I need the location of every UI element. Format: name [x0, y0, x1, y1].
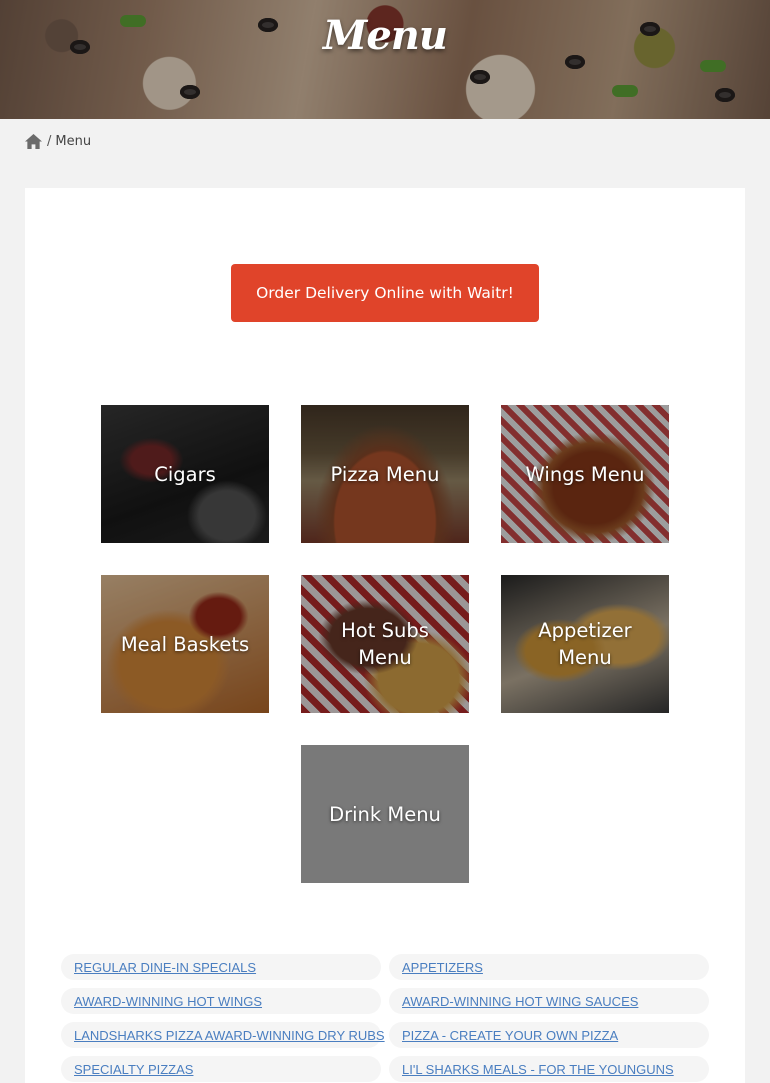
- tile-label: Cigars: [154, 462, 216, 486]
- tile-label: Drink Menu: [329, 802, 441, 826]
- tile-appetizer-menu[interactable]: Appetizer Menu: [501, 575, 669, 713]
- tile-meal-baskets[interactable]: Meal Baskets: [101, 575, 269, 713]
- list-item: AWARD-WINNING HOT WING SAUCES: [389, 988, 709, 1014]
- tile-label: Wings Menu: [525, 462, 645, 486]
- breadcrumb: / Menu: [24, 131, 91, 151]
- category-link[interactable]: APPETIZERS: [402, 960, 483, 975]
- hero-banner: Menu: [0, 0, 770, 119]
- menu-card: Order Delivery Online with Waitr! Cigars…: [25, 188, 745, 1083]
- breadcrumb-separator: /: [47, 133, 52, 149]
- list-item: AWARD-WINNING HOT WINGS: [61, 988, 381, 1014]
- tile-drink-menu[interactable]: Drink Menu: [301, 745, 469, 883]
- tile-hot-subs-menu[interactable]: Hot Subs Menu: [301, 575, 469, 713]
- category-link[interactable]: LANDSHARKS PIZZA AWARD-WINNING DRY RUBS: [74, 1028, 385, 1043]
- home-icon[interactable]: [24, 133, 43, 150]
- category-link[interactable]: REGULAR DINE-IN SPECIALS: [74, 960, 256, 975]
- tile-label: Meal Baskets: [120, 632, 250, 656]
- list-item: LANDSHARKS PIZZA AWARD-WINNING DRY RUBS: [61, 1022, 385, 1048]
- breadcrumb-current: Menu: [55, 133, 92, 149]
- page-title: Menu: [323, 12, 448, 59]
- category-link[interactable]: SPECIALTY PIZZAS: [74, 1062, 193, 1077]
- list-item: LI'L SHARKS MEALS - FOR THE YOUNGUNS: [389, 1056, 709, 1082]
- category-link[interactable]: AWARD-WINNING HOT WINGS: [74, 994, 262, 1009]
- list-item: PIZZA - CREATE YOUR OWN PIZZA: [389, 1022, 709, 1048]
- list-item: APPETIZERS: [389, 954, 709, 980]
- list-item: SPECIALTY PIZZAS: [61, 1056, 381, 1082]
- tile-label: Hot Subs Menu: [341, 619, 429, 669]
- tile-label: Pizza Menu: [330, 462, 440, 486]
- category-link[interactable]: LI'L SHARKS MEALS - FOR THE YOUNGUNS: [402, 1062, 674, 1077]
- tile-label: Appetizer Menu: [538, 619, 632, 669]
- list-item: REGULAR DINE-IN SPECIALS: [61, 954, 381, 980]
- category-link[interactable]: PIZZA - CREATE YOUR OWN PIZZA: [402, 1028, 618, 1043]
- tile-cigars[interactable]: Cigars: [101, 405, 269, 543]
- tile-wings-menu[interactable]: Wings Menu: [501, 405, 669, 543]
- order-delivery-button[interactable]: Order Delivery Online with Waitr!: [231, 264, 539, 322]
- tile-pizza-menu[interactable]: Pizza Menu: [301, 405, 469, 543]
- category-link[interactable]: AWARD-WINNING HOT WING SAUCES: [402, 994, 638, 1009]
